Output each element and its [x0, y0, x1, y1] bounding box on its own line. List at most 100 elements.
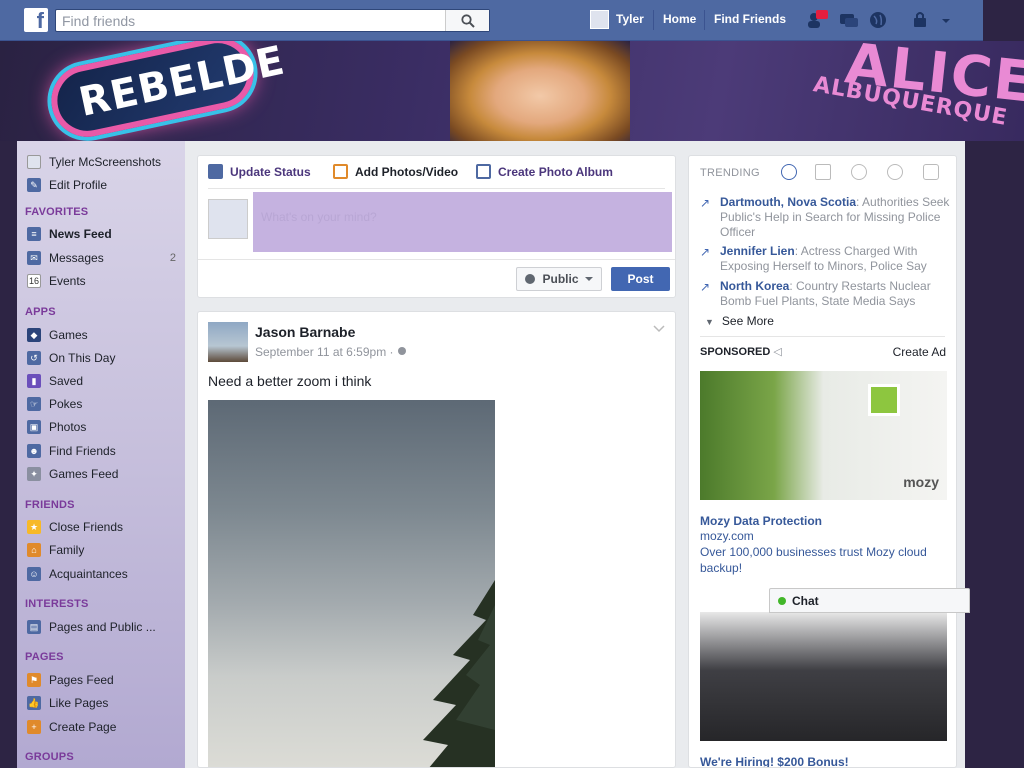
pencil-icon — [208, 164, 223, 179]
games-feed-icon: ✦ — [27, 467, 41, 481]
sidebar-edit-profile[interactable]: ✎ Edit Profile — [27, 176, 182, 194]
create-ad-link[interactable]: Create Ad — [893, 345, 946, 359]
sidebar-item-label: News Feed — [49, 227, 112, 241]
sidebar-profile[interactable]: Tyler McScreenshots — [27, 153, 182, 171]
politics-icon[interactable] — [815, 164, 831, 180]
pages-public-icon: ▤ — [27, 620, 41, 634]
sidebar-item-label: Pages Feed — [49, 673, 114, 687]
sidebar-item-acquaintances[interactable]: ☺ Acquaintances — [27, 565, 182, 583]
top-nav-bar: f Tyler Home Find Friends — [0, 0, 983, 41]
see-more-link[interactable]: ▼ See More — [705, 314, 774, 328]
sidebar-item-family[interactable]: ⌂ Family — [27, 541, 182, 559]
trending-topic: North Korea — [720, 279, 790, 293]
family-icon: ⌂ — [27, 543, 41, 557]
post-author-avatar[interactable] — [208, 322, 248, 362]
search-icon — [460, 13, 475, 28]
on-this-day-icon: ↺ — [27, 351, 41, 365]
sidebar-groups-heading: GROUPS — [25, 751, 74, 763]
search-box — [55, 9, 490, 32]
pencil-icon: ✎ — [27, 178, 41, 192]
science-gear-icon[interactable] — [851, 164, 867, 180]
search-button[interactable] — [445, 10, 489, 31]
tab-create-album-label: Create Photo Album — [498, 164, 613, 179]
notifications-globe-icon[interactable] — [868, 10, 890, 30]
sidebar-item-events[interactable]: 16 Events — [27, 272, 182, 290]
nav-home-link[interactable]: Home — [663, 12, 696, 26]
sidebar-item-like-pages[interactable]: 👍 Like Pages — [27, 694, 182, 712]
sidebar-item-label: Acquaintances — [49, 567, 128, 581]
chat-tab[interactable]: Chat — [769, 588, 970, 613]
sidebar-profile-name: Tyler McScreenshots — [49, 155, 162, 169]
chat-label: Chat — [792, 593, 819, 608]
sidebar-item-games[interactable]: ◆ Games — [27, 326, 182, 344]
trending-heading: TRENDING — [700, 167, 760, 179]
sidebar-item-find-friends[interactable]: ☻ Find Friends — [27, 442, 182, 460]
create-page-icon: + — [27, 720, 41, 734]
ad-image-hiring[interactable] — [700, 612, 947, 741]
post-timestamp[interactable]: September 11 at 6:59pm · — [255, 345, 407, 359]
ad-title[interactable]: Mozy Data Protection — [700, 514, 822, 528]
post-options-chevron-down-icon[interactable] — [653, 322, 665, 336]
globe-icon — [525, 274, 536, 284]
audience-selector-button[interactable]: Public — [516, 267, 602, 291]
friend-requests-icon[interactable] — [806, 10, 828, 30]
trending-item[interactable]: ↗ Jennifer Lien: Actress Charged With Ex… — [700, 244, 950, 274]
sidebar-item-label: Create Page — [49, 720, 117, 734]
rebelde-logo: REBELDE — [44, 41, 289, 141]
user-avatar[interactable] — [590, 10, 609, 29]
sidebar-item-close-friends[interactable]: ★ Close Friends — [27, 518, 182, 536]
account-menu-chevron-down-icon[interactable] — [940, 10, 962, 30]
chevron-down-icon: ▼ — [705, 317, 714, 327]
post-text: Need a better zoom i think — [208, 373, 372, 389]
sidebar-item-saved[interactable]: ▮ Saved — [27, 372, 182, 390]
nav-divider — [704, 10, 705, 30]
entertainment-icon[interactable] — [923, 164, 939, 180]
see-more-label: See More — [721, 314, 774, 328]
sidebar-pages-heading: PAGES — [25, 651, 64, 663]
sidebar-friends-heading: FRIENDS — [25, 499, 75, 511]
sidebar-item-label: Like Pages — [49, 696, 109, 710]
status-input[interactable]: What's on your mind? — [253, 192, 672, 252]
chevron-down-icon — [584, 277, 593, 281]
post-timestamp-text: September 11 at 6:59pm · — [255, 345, 397, 359]
trending-item[interactable]: ↗ Dartmouth, Nova Scotia: Authorities Se… — [700, 195, 950, 240]
tree-silhouette — [423, 580, 495, 767]
sidebar-item-pages-public[interactable]: ▤ Pages and Public ... — [27, 618, 182, 636]
ad-title[interactable]: We're Hiring! $200 Bonus! — [700, 755, 849, 767]
sidebar-item-pages-feed[interactable]: ⚑ Pages Feed — [27, 671, 182, 689]
sidebar-item-label: Family — [49, 543, 85, 557]
sidebar-item-pokes[interactable]: ☞ Pokes — [27, 395, 182, 413]
ad-image-mozy[interactable]: mozy — [700, 371, 947, 500]
tab-add-photos[interactable]: Add Photos/Video — [333, 164, 458, 179]
tab-update-status[interactable]: Update Status — [208, 164, 311, 179]
facebook-logo-icon[interactable]: f — [24, 8, 48, 33]
sidebar-item-news-feed[interactable]: ≡ News Feed — [27, 225, 182, 243]
trending-item[interactable]: ↗ North Korea: Country Restarts Nuclear … — [700, 279, 950, 309]
sidebar-item-create-page[interactable]: + Create Page — [27, 718, 182, 736]
post-button[interactable]: Post — [611, 267, 670, 291]
sidebar-item-messages[interactable]: ✉ Messages 2 — [27, 249, 182, 267]
newsfeed-icon: ≡ — [27, 227, 41, 241]
sidebar-item-label: Saved — [49, 374, 84, 388]
sidebar-interests-heading: INTERESTS — [25, 598, 89, 610]
sidebar-item-on-this-day[interactable]: ↺ On This Day — [27, 349, 182, 367]
nav-find-friends-link[interactable]: Find Friends — [714, 12, 786, 26]
sidebar-item-label: Photos — [49, 420, 87, 434]
nav-user-name[interactable]: Tyler — [616, 12, 644, 26]
sports-ball-icon[interactable] — [887, 164, 903, 180]
sidebar-item-games-feed[interactable]: ✦ Games Feed — [27, 465, 182, 483]
privacy-shortcuts-icon[interactable] — [912, 10, 934, 30]
post-author-name[interactable]: Jason Barnabe — [255, 324, 355, 340]
online-status-icon — [778, 596, 786, 605]
ad-logo-badge — [868, 384, 900, 416]
tab-create-album[interactable]: Create Photo Album — [476, 164, 613, 179]
sidebar-item-photos[interactable]: ▣ Photos — [27, 418, 182, 436]
post-photo[interactable] — [208, 400, 495, 767]
divider — [208, 188, 665, 189]
search-input[interactable] — [56, 10, 446, 31]
sidebar-item-label: Close Friends — [49, 520, 124, 534]
messages-icon[interactable] — [838, 10, 860, 30]
status-composer: Update Status Add Photos/Video Create Ph… — [197, 155, 676, 298]
ad-url[interactable]: mozy.com — [700, 529, 754, 543]
trending-top-icon[interactable] — [781, 164, 797, 180]
